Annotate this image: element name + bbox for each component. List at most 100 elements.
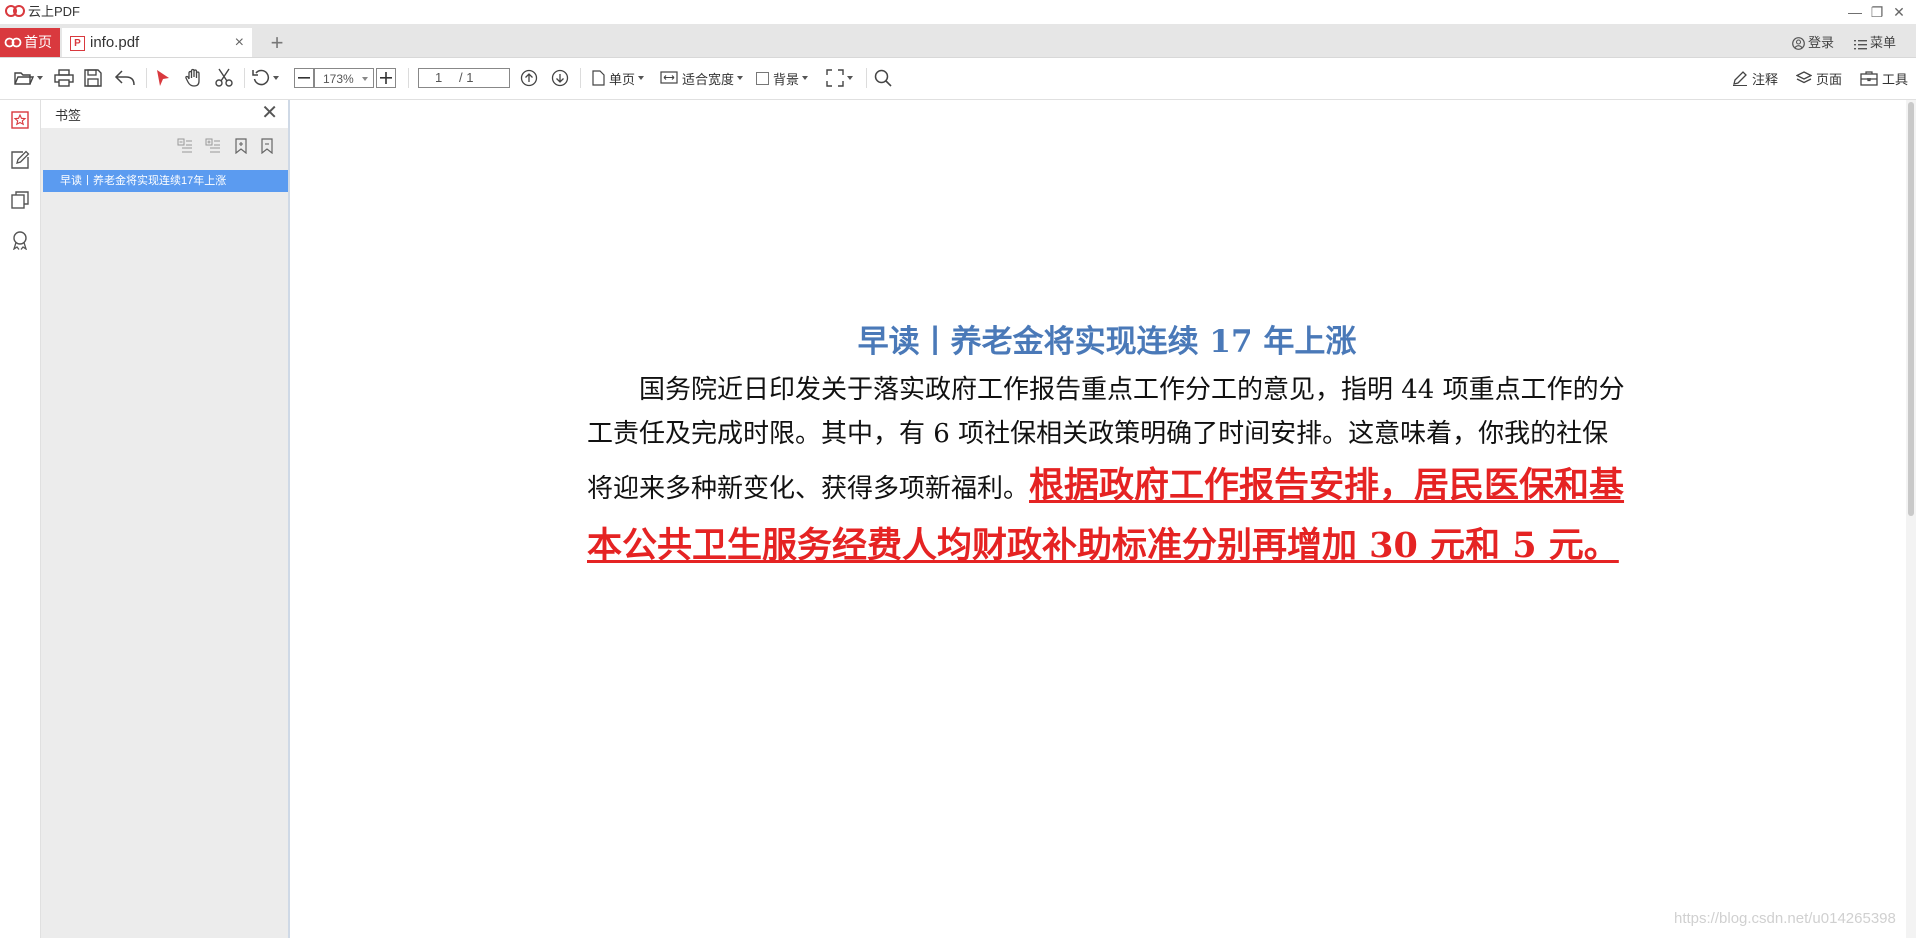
zoom-select[interactable]: 173% [314, 68, 374, 88]
fit-width-button[interactable]: 适合宽度 [660, 66, 744, 90]
background-label: 背景 [773, 71, 800, 87]
zoom-dropdown-caret [362, 77, 368, 81]
undo-button[interactable] [114, 66, 136, 90]
user-icon [1792, 37, 1805, 50]
toolbox-icon [1860, 71, 1878, 86]
menu-label: 菜单 [1870, 35, 1897, 50]
expand-all-icon[interactable] [205, 138, 221, 154]
fit-width-dropdown-caret[interactable] [737, 76, 744, 80]
page-menu-button[interactable]: 页面 [1796, 66, 1842, 90]
next-page-icon [551, 69, 569, 87]
fullscreen-dropdown-caret[interactable] [847, 76, 853, 80]
zoom-out-button[interactable] [294, 68, 314, 88]
login-label: 登录 [1808, 35, 1835, 50]
background-checkbox[interactable] [756, 71, 769, 85]
login-button[interactable]: 登录 [1792, 28, 1834, 57]
scrollbar-thumb[interactable] [1908, 102, 1914, 516]
document-headline: 早读丨养老金将实现连续 17 年上涨 [857, 324, 1357, 360]
zoom-value: 173% [323, 72, 354, 86]
cut-tool-button[interactable] [214, 66, 234, 90]
bookmark-panel-title: 书签 [55, 108, 82, 123]
minimize-button[interactable]: — [1844, 2, 1866, 22]
tab-home-label: 首页 [24, 34, 52, 50]
save-button[interactable] [84, 66, 102, 90]
prev-page-button[interactable] [520, 66, 538, 90]
pages-rail-icon[interactable] [10, 190, 30, 210]
add-bookmark-icon[interactable] [233, 138, 249, 154]
fit-width-label: 适合宽度 [682, 71, 735, 87]
search-button[interactable] [874, 66, 892, 90]
pdf-file-icon: P [70, 36, 85, 51]
left-rail [0, 100, 41, 938]
print-icon [54, 69, 74, 87]
single-page-dropdown-caret[interactable] [638, 76, 645, 80]
tab-file-label: info.pdf [90, 34, 140, 51]
annotate-button[interactable]: 注释 [1732, 66, 1778, 90]
prev-page-icon [520, 69, 538, 87]
menu-list-icon [1854, 40, 1867, 50]
rotate-dropdown-caret[interactable] [273, 76, 279, 80]
bookmark-tools [41, 128, 288, 166]
tools-label: 工具 [1882, 71, 1909, 87]
add-tab-button[interactable]: + [266, 28, 288, 57]
single-page-button[interactable]: 单页 [592, 66, 645, 90]
undo-icon [114, 70, 135, 86]
hand-icon [185, 68, 200, 87]
open-button[interactable] [14, 66, 43, 90]
bookmark-panel: 书签 ✕ 早读丨养老金将实现连续17年上涨 [41, 100, 290, 938]
menu-button[interactable]: 菜单 [1854, 28, 1896, 57]
open-folder-icon [14, 72, 34, 85]
toolbar-divider [408, 68, 409, 88]
title-bar: 云上PDF — ❐ ✕ [0, 0, 1916, 24]
zoom-in-icon [380, 72, 392, 84]
edit-rail-icon[interactable] [10, 150, 30, 170]
select-arrow-icon [157, 70, 169, 86]
fit-width-icon [660, 71, 678, 84]
select-tool-button[interactable] [154, 66, 172, 90]
background-dropdown-caret[interactable] [802, 76, 809, 80]
tab-file[interactable]: P info.pdf × [62, 28, 252, 57]
bookmark-item[interactable]: 早读丨养老金将实现连续17年上涨 [43, 170, 288, 192]
page-menu-label: 页面 [1816, 71, 1843, 87]
open-dropdown-caret[interactable] [37, 76, 43, 80]
save-icon [84, 69, 102, 87]
badge-rail-icon[interactable] [10, 230, 30, 250]
rotate-icon [252, 69, 270, 86]
bookmark-panel-header: 书签 ✕ [41, 100, 288, 128]
scissors-icon [215, 68, 233, 87]
single-page-label: 单页 [609, 71, 636, 87]
delete-bookmark-icon[interactable] [259, 138, 275, 154]
next-page-button[interactable] [551, 66, 569, 90]
rotate-button[interactable] [252, 66, 279, 90]
close-tab-icon[interactable]: × [235, 28, 244, 57]
fullscreen-icon [826, 69, 844, 87]
tab-bar: 首页 P info.pdf × + 登录 菜单 [0, 24, 1916, 58]
page-total: / 1 [459, 70, 474, 85]
search-icon [874, 69, 892, 87]
background-toggle[interactable]: 背景 [756, 66, 809, 90]
tools-button[interactable]: 工具 [1860, 66, 1908, 90]
document-page-content: 早读丨养老金将实现连续 17 年上涨 国务院近日印发关于落实政府工作报告重点工作… [587, 316, 1627, 576]
fullscreen-button[interactable] [826, 66, 853, 90]
close-panel-icon[interactable]: ✕ [261, 102, 278, 124]
watermark: https://blog.csdn.net/u014265398 [1674, 910, 1896, 927]
toolbar-divider [866, 68, 867, 88]
toolbar-divider [146, 68, 147, 88]
restore-button[interactable]: ❐ [1866, 2, 1888, 22]
toolbar: 173% 1 / 1 单页 适合宽度 背景 注释 页面 工具 [0, 58, 1916, 100]
tab-home[interactable]: 首页 [0, 28, 60, 57]
hand-tool-button[interactable] [184, 66, 204, 90]
bookmark-rail-icon[interactable] [10, 110, 30, 130]
close-window-button[interactable]: ✕ [1888, 2, 1910, 22]
pencil-icon [1733, 71, 1747, 86]
toolbar-divider [580, 68, 581, 88]
print-button[interactable] [54, 66, 74, 90]
app-name: 云上PDF [28, 4, 81, 19]
toolbar-divider [244, 68, 245, 88]
collapse-all-icon[interactable] [177, 138, 193, 154]
layers-icon [1796, 71, 1812, 84]
page-number-input[interactable]: 1 / 1 [418, 68, 510, 88]
zoom-out-icon [298, 77, 310, 79]
zoom-in-button[interactable] [376, 68, 396, 88]
single-page-icon [592, 70, 605, 86]
